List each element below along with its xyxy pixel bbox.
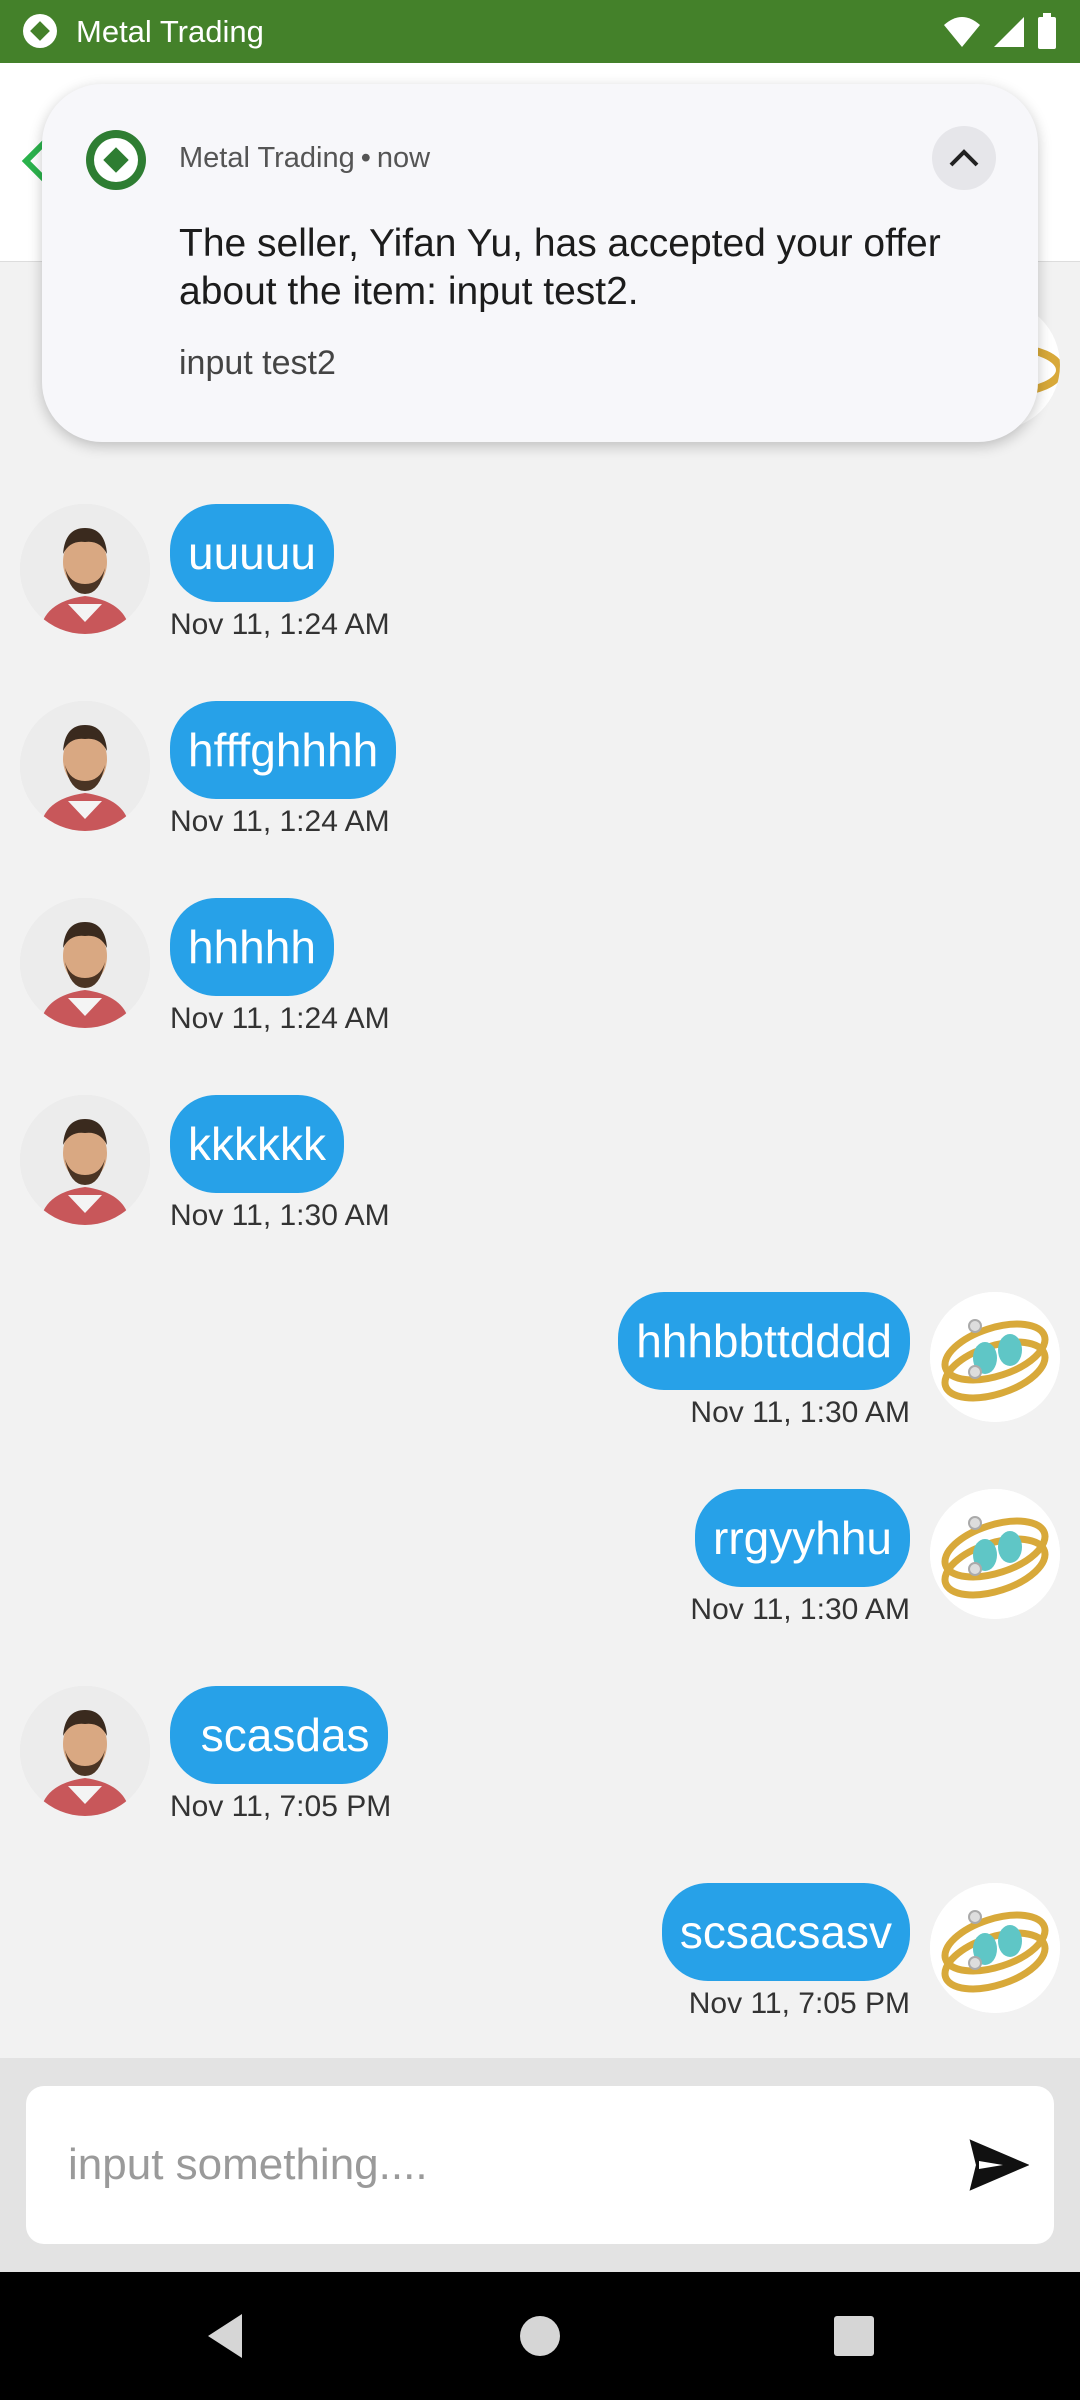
message-bubble[interactable]: hhhhh <box>170 898 334 996</box>
notification-meta: Metal Trading • now <box>179 140 430 176</box>
notification-app-name: Metal Trading <box>179 142 355 174</box>
message-bubble[interactable]: hhhbbttdddd <box>618 1292 910 1390</box>
recents-icon[interactable] <box>826 2308 882 2364</box>
send-icon <box>969 2139 1029 2191</box>
message-bubble[interactable]: scsacsasv <box>661 1883 910 1981</box>
message-time: Nov 11, 1:24 AM <box>170 1002 390 1035</box>
notification-separator: • <box>360 142 371 174</box>
message-input-container <box>26 2086 1054 2244</box>
status-app-name: Metal Trading <box>76 14 264 49</box>
notification-card[interactable]: Metal Trading • now The seller, Yifan Yu, … <box>42 84 1038 442</box>
message-bubble[interactable]: uuuuu <box>170 504 334 602</box>
battery-icon <box>1038 13 1056 49</box>
message-bubble[interactable]: rrgyyhhu <box>695 1489 910 1587</box>
user-avatar[interactable] <box>20 1686 150 1816</box>
wifi-icon <box>944 17 980 47</box>
message-input-bar <box>0 2058 1080 2272</box>
user-avatar[interactable] <box>20 1095 150 1225</box>
back-icon[interactable] <box>198 2308 254 2364</box>
message-bubble[interactable]: hfffghhhh <box>170 701 397 799</box>
notification-title: The seller, Yifan Yu, has accepted your … <box>179 222 941 313</box>
status-icons <box>942 10 1058 54</box>
message-time: Nov 11, 7:05 PM <box>688 1987 910 2020</box>
message-input[interactable] <box>66 2124 950 2206</box>
message-time: Nov 11, 1:30 AM <box>170 1199 390 1232</box>
message-bubble[interactable]: kkkkkk <box>170 1095 344 1193</box>
user-avatar[interactable] <box>20 898 150 1028</box>
signal-icon <box>994 17 1024 47</box>
user-avatar[interactable] <box>20 504 150 634</box>
message-bubble[interactable]: scasdas <box>170 1686 388 1784</box>
user-avatar[interactable] <box>20 701 150 831</box>
product-avatar[interactable] <box>930 1292 1060 1422</box>
message-time: Nov 11, 1:24 AM <box>170 805 390 838</box>
notification-text: input test2 <box>179 344 336 382</box>
app-logo-icon <box>86 130 146 190</box>
notification-time: now <box>376 142 431 174</box>
message-time: Nov 11, 1:30 AM <box>690 1593 910 1626</box>
home-icon[interactable] <box>512 2308 568 2364</box>
chevron-up-icon <box>949 149 979 167</box>
message-time: Nov 11, 1:24 AM <box>170 608 390 641</box>
send-button[interactable] <box>964 2130 1034 2200</box>
message-time: Nov 11, 7:05 PM <box>170 1790 392 1823</box>
product-avatar[interactable] <box>930 1489 1060 1619</box>
app-logo-icon <box>23 14 57 48</box>
product-avatar[interactable] <box>930 1883 1060 2013</box>
system-nav-bar <box>0 2272 1080 2400</box>
message-time: Nov 11, 1:30 AM <box>690 1396 910 1429</box>
status-bar: Metal Trading <box>0 0 1080 63</box>
collapse-button[interactable] <box>932 126 996 190</box>
